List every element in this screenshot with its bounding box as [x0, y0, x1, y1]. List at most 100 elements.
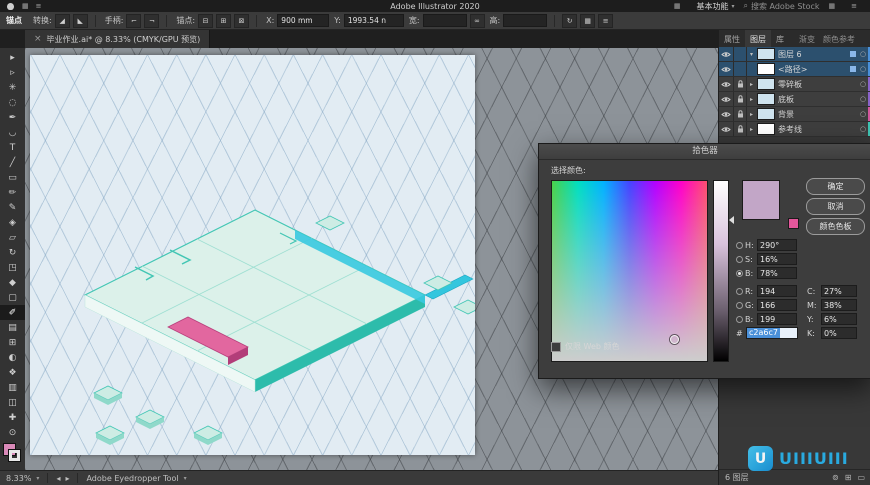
lock-icon[interactable]: [734, 92, 747, 106]
target-circle-icon[interactable]: ○: [858, 125, 868, 133]
ok-button[interactable]: 确定: [806, 178, 865, 195]
delete-layer-icon[interactable]: ▭: [857, 473, 865, 482]
lock-icon[interactable]: [734, 77, 747, 91]
c-field[interactable]: 27%: [821, 285, 857, 297]
cancel-button[interactable]: 取消: [806, 198, 865, 215]
visibility-eye-icon[interactable]: [719, 77, 734, 91]
app-icon[interactable]: ▦: [22, 2, 29, 10]
layer-name[interactable]: 背景: [778, 109, 858, 120]
arrange-icon[interactable]: ▦: [674, 2, 681, 10]
layer-row[interactable]: ▾ 图层 6 ○: [719, 47, 870, 62]
radio-h[interactable]: [736, 241, 743, 249]
lock-icon[interactable]: [734, 107, 747, 121]
out-of-web-chip[interactable]: [788, 218, 799, 229]
chevron-right-icon[interactable]: ▸: [747, 126, 756, 133]
type-tool[interactable]: T: [0, 140, 25, 155]
show-handles-icon[interactable]: ⌐: [126, 13, 142, 28]
chevron-right-icon[interactable]: ▸: [747, 81, 756, 88]
zoom-tool[interactable]: ⊙: [0, 425, 25, 440]
docs-icon[interactable]: ▦: [829, 2, 836, 10]
paintbrush-tool[interactable]: ✏: [0, 185, 25, 200]
line-segment-tool[interactable]: ╱: [0, 155, 25, 170]
visibility-eye-icon[interactable]: [719, 92, 734, 106]
blend-tool[interactable]: ◐: [0, 350, 25, 365]
remove-anchor-icon[interactable]: ⊟: [198, 13, 214, 28]
magic-wand-tool[interactable]: ✳: [0, 80, 25, 95]
tab-color-guide[interactable]: 颜色参考: [819, 30, 859, 47]
rectangle-tool[interactable]: ▭: [0, 170, 25, 185]
lasso-tool[interactable]: ◌: [0, 95, 25, 110]
color-field[interactable]: [551, 180, 708, 362]
eraser-tool[interactable]: ▱: [0, 230, 25, 245]
y-field[interactable]: 6%: [821, 313, 857, 325]
lock-icon[interactable]: [734, 122, 747, 136]
chevron-right-icon[interactable]: ▸: [747, 111, 756, 118]
zoom-caret-icon[interactable]: ▾: [36, 475, 39, 482]
radio-s[interactable]: [736, 255, 743, 263]
layer-name[interactable]: 参考线: [778, 124, 858, 135]
cut-path-icon[interactable]: ⊠: [234, 13, 250, 28]
zoom-level[interactable]: 8.33%: [6, 474, 31, 483]
artboard-tool[interactable]: ◫: [0, 395, 25, 410]
tab-libraries[interactable]: 库: [771, 30, 789, 47]
k-field[interactable]: 0%: [821, 327, 857, 339]
dialog-title[interactable]: 拾色器: [539, 144, 870, 160]
convert-smooth-icon[interactable]: ◣: [72, 13, 88, 28]
radio-g[interactable]: [736, 301, 743, 309]
layer-name[interactable]: 零碎板: [778, 79, 858, 90]
radio-b2[interactable]: [736, 315, 743, 323]
layer-name[interactable]: 底板: [778, 94, 858, 105]
home-icon[interactable]: ≡: [36, 2, 42, 10]
direct-selection-tool[interactable]: ▹: [0, 65, 25, 80]
layer-row[interactable]: ▸ 参考线 ○: [719, 122, 870, 137]
add-anchor-icon[interactable]: ⊞: [216, 13, 232, 28]
tab-gradient[interactable]: 渐变: [795, 30, 819, 47]
symbol-sprayer-tool[interactable]: ❖: [0, 365, 25, 380]
layer-row[interactable]: <路径> ○: [719, 62, 870, 77]
link-dimensions-icon[interactable]: ∞: [469, 13, 485, 28]
selection-tool[interactable]: ▸: [0, 50, 25, 65]
b2-field[interactable]: 199: [757, 313, 797, 325]
collect-icon[interactable]: ⊚: [832, 473, 839, 482]
menu-icon[interactable]: ≡: [851, 2, 857, 10]
radio-r[interactable]: [736, 287, 743, 295]
h-field[interactable]: 290°: [757, 239, 797, 251]
tab-layers[interactable]: 图层: [745, 30, 771, 47]
visibility-eye-icon[interactable]: [719, 122, 734, 136]
slider-arrow-icon[interactable]: [729, 216, 734, 224]
stock-search[interactable]: ⌕ 搜索 Adobe Stock: [743, 1, 819, 12]
height-field[interactable]: [503, 14, 548, 27]
new-layer-icon[interactable]: ⊞: [845, 473, 852, 482]
layer-name[interactable]: 图层 6: [778, 49, 850, 60]
lock-slot[interactable]: [734, 47, 747, 61]
hand-tool[interactable]: ✚: [0, 410, 25, 425]
b-field[interactable]: 78%: [757, 267, 797, 279]
mesh-tool[interactable]: ⊞: [0, 335, 25, 350]
scale-tool[interactable]: ◳: [0, 260, 25, 275]
hide-handles-icon[interactable]: ¬: [144, 13, 160, 28]
rotate-tool[interactable]: ↻: [0, 245, 25, 260]
target-circle-icon[interactable]: ○: [858, 80, 868, 88]
workspace-switcher[interactable]: 基本功能 ▾: [696, 1, 734, 12]
gradient-tool[interactable]: ▤: [0, 320, 25, 335]
curvature-tool[interactable]: ◡: [0, 125, 25, 140]
pencil-tool[interactable]: ✎: [0, 200, 25, 215]
web-colors-checkbox[interactable]: [551, 341, 561, 352]
visibility-eye-icon[interactable]: [719, 47, 734, 61]
free-transform-tool[interactable]: ▢: [0, 290, 25, 305]
y-position-field[interactable]: 1993.54 n: [343, 14, 404, 27]
target-circle-icon[interactable]: ○: [858, 65, 868, 73]
g-field[interactable]: 166: [757, 299, 797, 311]
chevron-down-icon[interactable]: ▾: [747, 51, 756, 58]
column-graph-tool[interactable]: ▥: [0, 380, 25, 395]
layer-row[interactable]: ▸ 底板 ○: [719, 92, 870, 107]
visibility-eye-icon[interactable]: [719, 107, 734, 121]
m-field[interactable]: 38%: [821, 299, 857, 311]
layer-row[interactable]: ▸ 零碎板 ○: [719, 77, 870, 92]
color-swatches-button[interactable]: 颜色色板: [806, 218, 865, 235]
target-circle-icon[interactable]: ○: [858, 95, 868, 103]
lock-slot[interactable]: [734, 62, 747, 76]
close-tab-icon[interactable]: ×: [34, 34, 42, 44]
document-tab[interactable]: × 毕业作业.ai* @ 8.33% (CMYK/GPU 预览): [25, 30, 211, 48]
prev-artboard-icon[interactable]: ◂: [56, 474, 60, 483]
